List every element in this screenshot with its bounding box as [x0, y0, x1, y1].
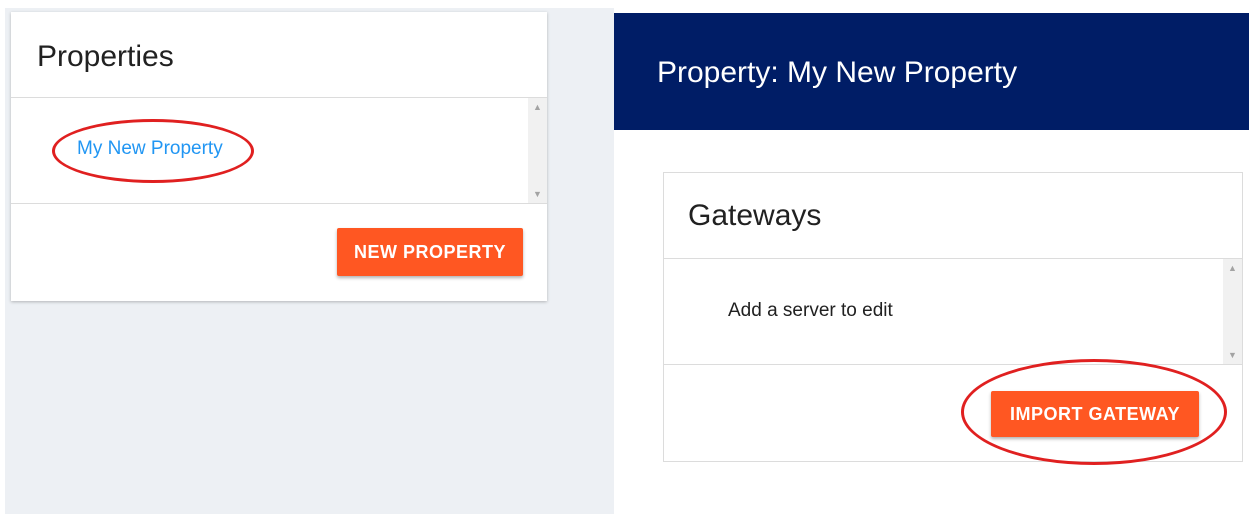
gateways-empty-text: Add a server to edit — [728, 300, 893, 321]
left-edge-strip — [0, 0, 5, 514]
property-header-title: Property: My New Property — [657, 56, 1018, 89]
properties-card-title: Properties — [37, 40, 174, 73]
gateways-card-title: Gateways — [688, 199, 822, 232]
scroll-up-icon[interactable]: ▲ — [1223, 261, 1242, 275]
top-edge-strip — [0, 0, 614, 8]
gateways-card: Gateways Add a server to edit ▲ ▼ IMPORT… — [663, 172, 1243, 465]
scroll-up-icon[interactable]: ▲ — [528, 100, 547, 114]
properties-card-divider-bottom — [11, 203, 547, 204]
scroll-down-icon[interactable]: ▼ — [528, 187, 547, 201]
scroll-down-icon[interactable]: ▼ — [1223, 348, 1242, 362]
properties-list[interactable]: My New Property ▲ ▼ — [11, 98, 547, 203]
gateways-list[interactable]: Add a server to edit ▲ ▼ — [664, 259, 1242, 364]
property-header-bar: Property: My New Property — [614, 13, 1249, 130]
gateways-list-scrollbar[interactable]: ▲ ▼ — [1223, 259, 1242, 364]
properties-list-scrollbar[interactable]: ▲ ▼ — [528, 98, 547, 203]
highlight-ring-import — [961, 359, 1227, 465]
properties-card: Properties My New Property ▲ ▼ NEW PROPE… — [11, 12, 547, 301]
new-property-button[interactable]: NEW PROPERTY — [337, 228, 523, 276]
highlight-ring-property — [52, 119, 254, 183]
